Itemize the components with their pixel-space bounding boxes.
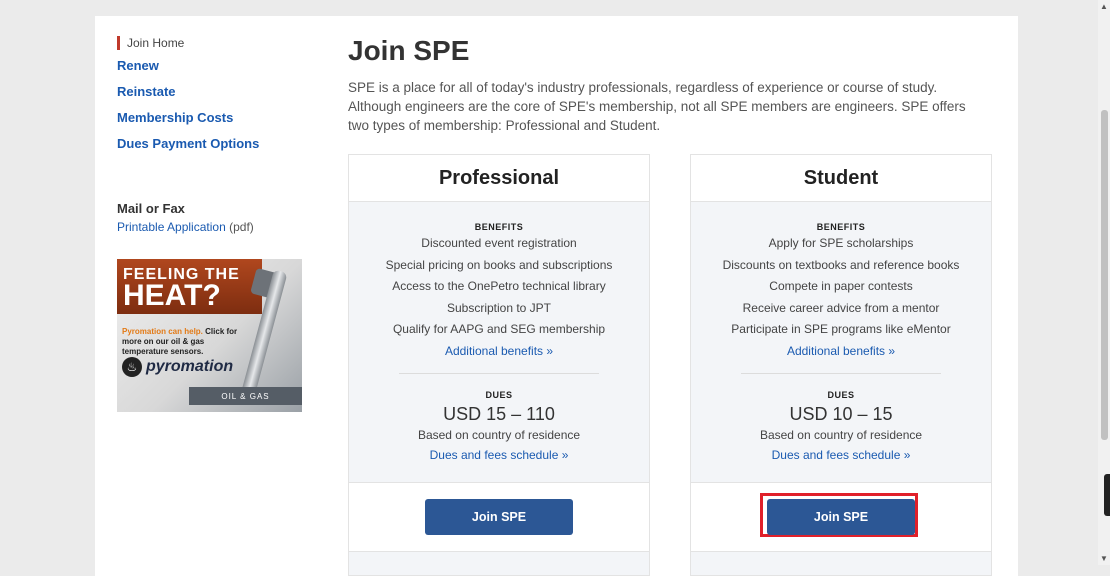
sidebar-link-reinstate[interactable]: Reinstate <box>117 84 317 99</box>
student-card: Student BENEFITS Apply for SPE scholarsh… <box>690 154 992 576</box>
sidebar: Join Home Renew Reinstate Membership Cos… <box>117 36 317 412</box>
benefit-item: Qualify for AAPG and SEG membership <box>392 322 606 336</box>
ad-headline-line2: HEAT? <box>123 279 221 312</box>
benefit-item: Apply for SPE scholarships <box>768 236 914 250</box>
side-feedback-tab[interactable] <box>1104 474 1110 516</box>
page-content: Join Home Renew Reinstate Membership Cos… <box>95 16 1018 576</box>
sidebar-link-membership-costs[interactable]: Membership Costs <box>117 110 317 125</box>
student-body: BENEFITS Apply for SPE scholarships Disc… <box>691 202 991 465</box>
ad-subtext: Pyromation can help. Click for more on o… <box>122 327 252 357</box>
dues-fees-schedule-link[interactable]: Dues and fees schedule » <box>691 445 991 465</box>
dues-label: DUES <box>485 389 513 400</box>
professional-card: Professional BENEFITS Discounted event r… <box>348 154 650 576</box>
flame-icon: ♨ <box>122 357 142 377</box>
benefits-label: BENEFITS <box>474 222 524 232</box>
intro-paragraph: SPE is a place for all of today's indust… <box>348 80 966 133</box>
benefit-item: Discounts on textbooks and reference boo… <box>722 257 960 272</box>
printable-application-line: Printable Application (pdf) <box>117 220 317 234</box>
benefits-label: BENEFITS <box>816 222 866 232</box>
professional-body: BENEFITS Discounted event registration S… <box>349 202 649 465</box>
printable-application-link[interactable]: Printable Application <box>117 220 226 234</box>
student-heading: Student <box>691 155 991 202</box>
student-footer: Join SPE <box>691 482 991 552</box>
page-title: Join SPE <box>348 35 470 66</box>
ad-oil-gas-tag: OIL & GAS <box>189 387 302 405</box>
dues-amount: USD 15 – 110 <box>443 403 555 424</box>
benefit-item: Discounted event registration <box>421 236 577 250</box>
benefit-item: Compete in paper contests <box>769 279 913 293</box>
divider <box>741 372 941 374</box>
scroll-thumb[interactable] <box>1101 110 1108 440</box>
additional-benefits-link[interactable]: Additional benefits » <box>691 341 991 361</box>
benefit-item: Receive career advice from a mentor <box>742 300 940 315</box>
benefit-item: Access to the OnePetro technical library <box>392 279 606 293</box>
dues-label: DUES <box>827 389 855 400</box>
benefit-item: Participate in SPE programs like eMentor <box>731 322 951 336</box>
ad-logo: ♨ pyromation <box>122 357 233 377</box>
main-content: Join SPE SPE is a place for all of today… <box>348 34 993 135</box>
pyromation-ad-banner[interactable]: FEELING THE HEAT? Pyromation can help. C… <box>117 259 302 412</box>
professional-footer: Join SPE <box>349 482 649 552</box>
ad-highlight: Pyromation can help. <box>122 327 203 336</box>
additional-benefits-link[interactable]: Additional benefits » <box>349 341 649 361</box>
scroll-up-arrow-icon[interactable]: ▲ <box>1100 2 1108 11</box>
ad-brand: pyromation <box>146 358 234 375</box>
scroll-down-arrow-icon[interactable]: ▼ <box>1100 554 1108 563</box>
sidebar-link-dues-payment-options[interactable]: Dues Payment Options <box>117 136 317 151</box>
divider <box>399 372 599 374</box>
join-spe-professional-button[interactable]: Join SPE <box>425 499 573 535</box>
dues-note: Based on country of residence <box>417 427 581 442</box>
professional-heading: Professional <box>349 155 649 202</box>
join-spe-student-button[interactable]: Join SPE <box>767 499 915 535</box>
mail-or-fax-heading: Mail or Fax <box>117 201 185 216</box>
dues-fees-schedule-link[interactable]: Dues and fees schedule » <box>349 445 649 465</box>
dues-amount: USD 10 – 15 <box>789 403 893 424</box>
benefit-item: Special pricing on books and subscriptio… <box>385 257 613 272</box>
pdf-label: (pdf) <box>229 220 254 234</box>
benefit-item: Subscription to JPT <box>446 300 552 315</box>
sidebar-item-join-home: Join Home <box>117 36 317 50</box>
sidebar-link-renew[interactable]: Renew <box>117 58 317 73</box>
dues-note: Based on country of residence <box>759 427 923 442</box>
